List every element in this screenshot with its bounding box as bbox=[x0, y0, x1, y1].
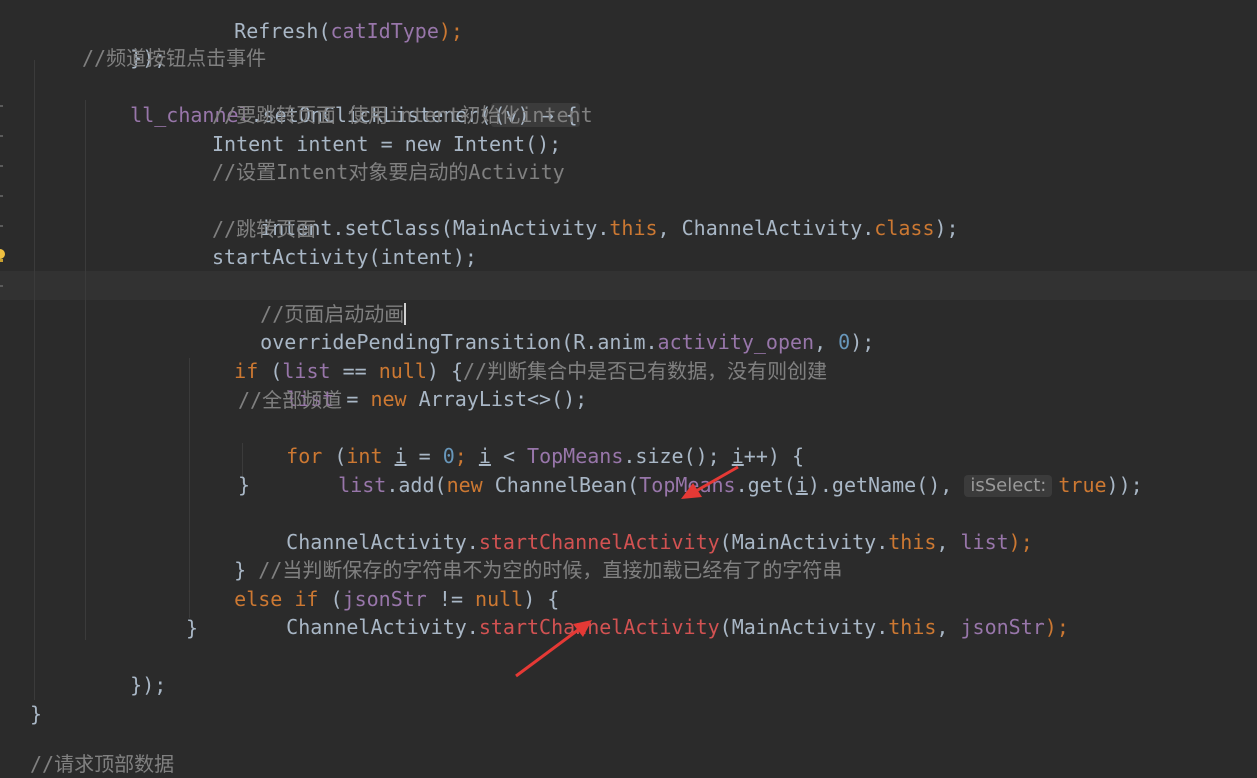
red-arrow-icon bbox=[681, 465, 739, 499]
annotation-layer bbox=[515, 465, 739, 678]
red-arrow-icon bbox=[515, 620, 592, 678]
code-editor[interactable]: Refresh(catIdType); }); //频道按钮点击事件 ll_ch… bbox=[0, 0, 1257, 776]
